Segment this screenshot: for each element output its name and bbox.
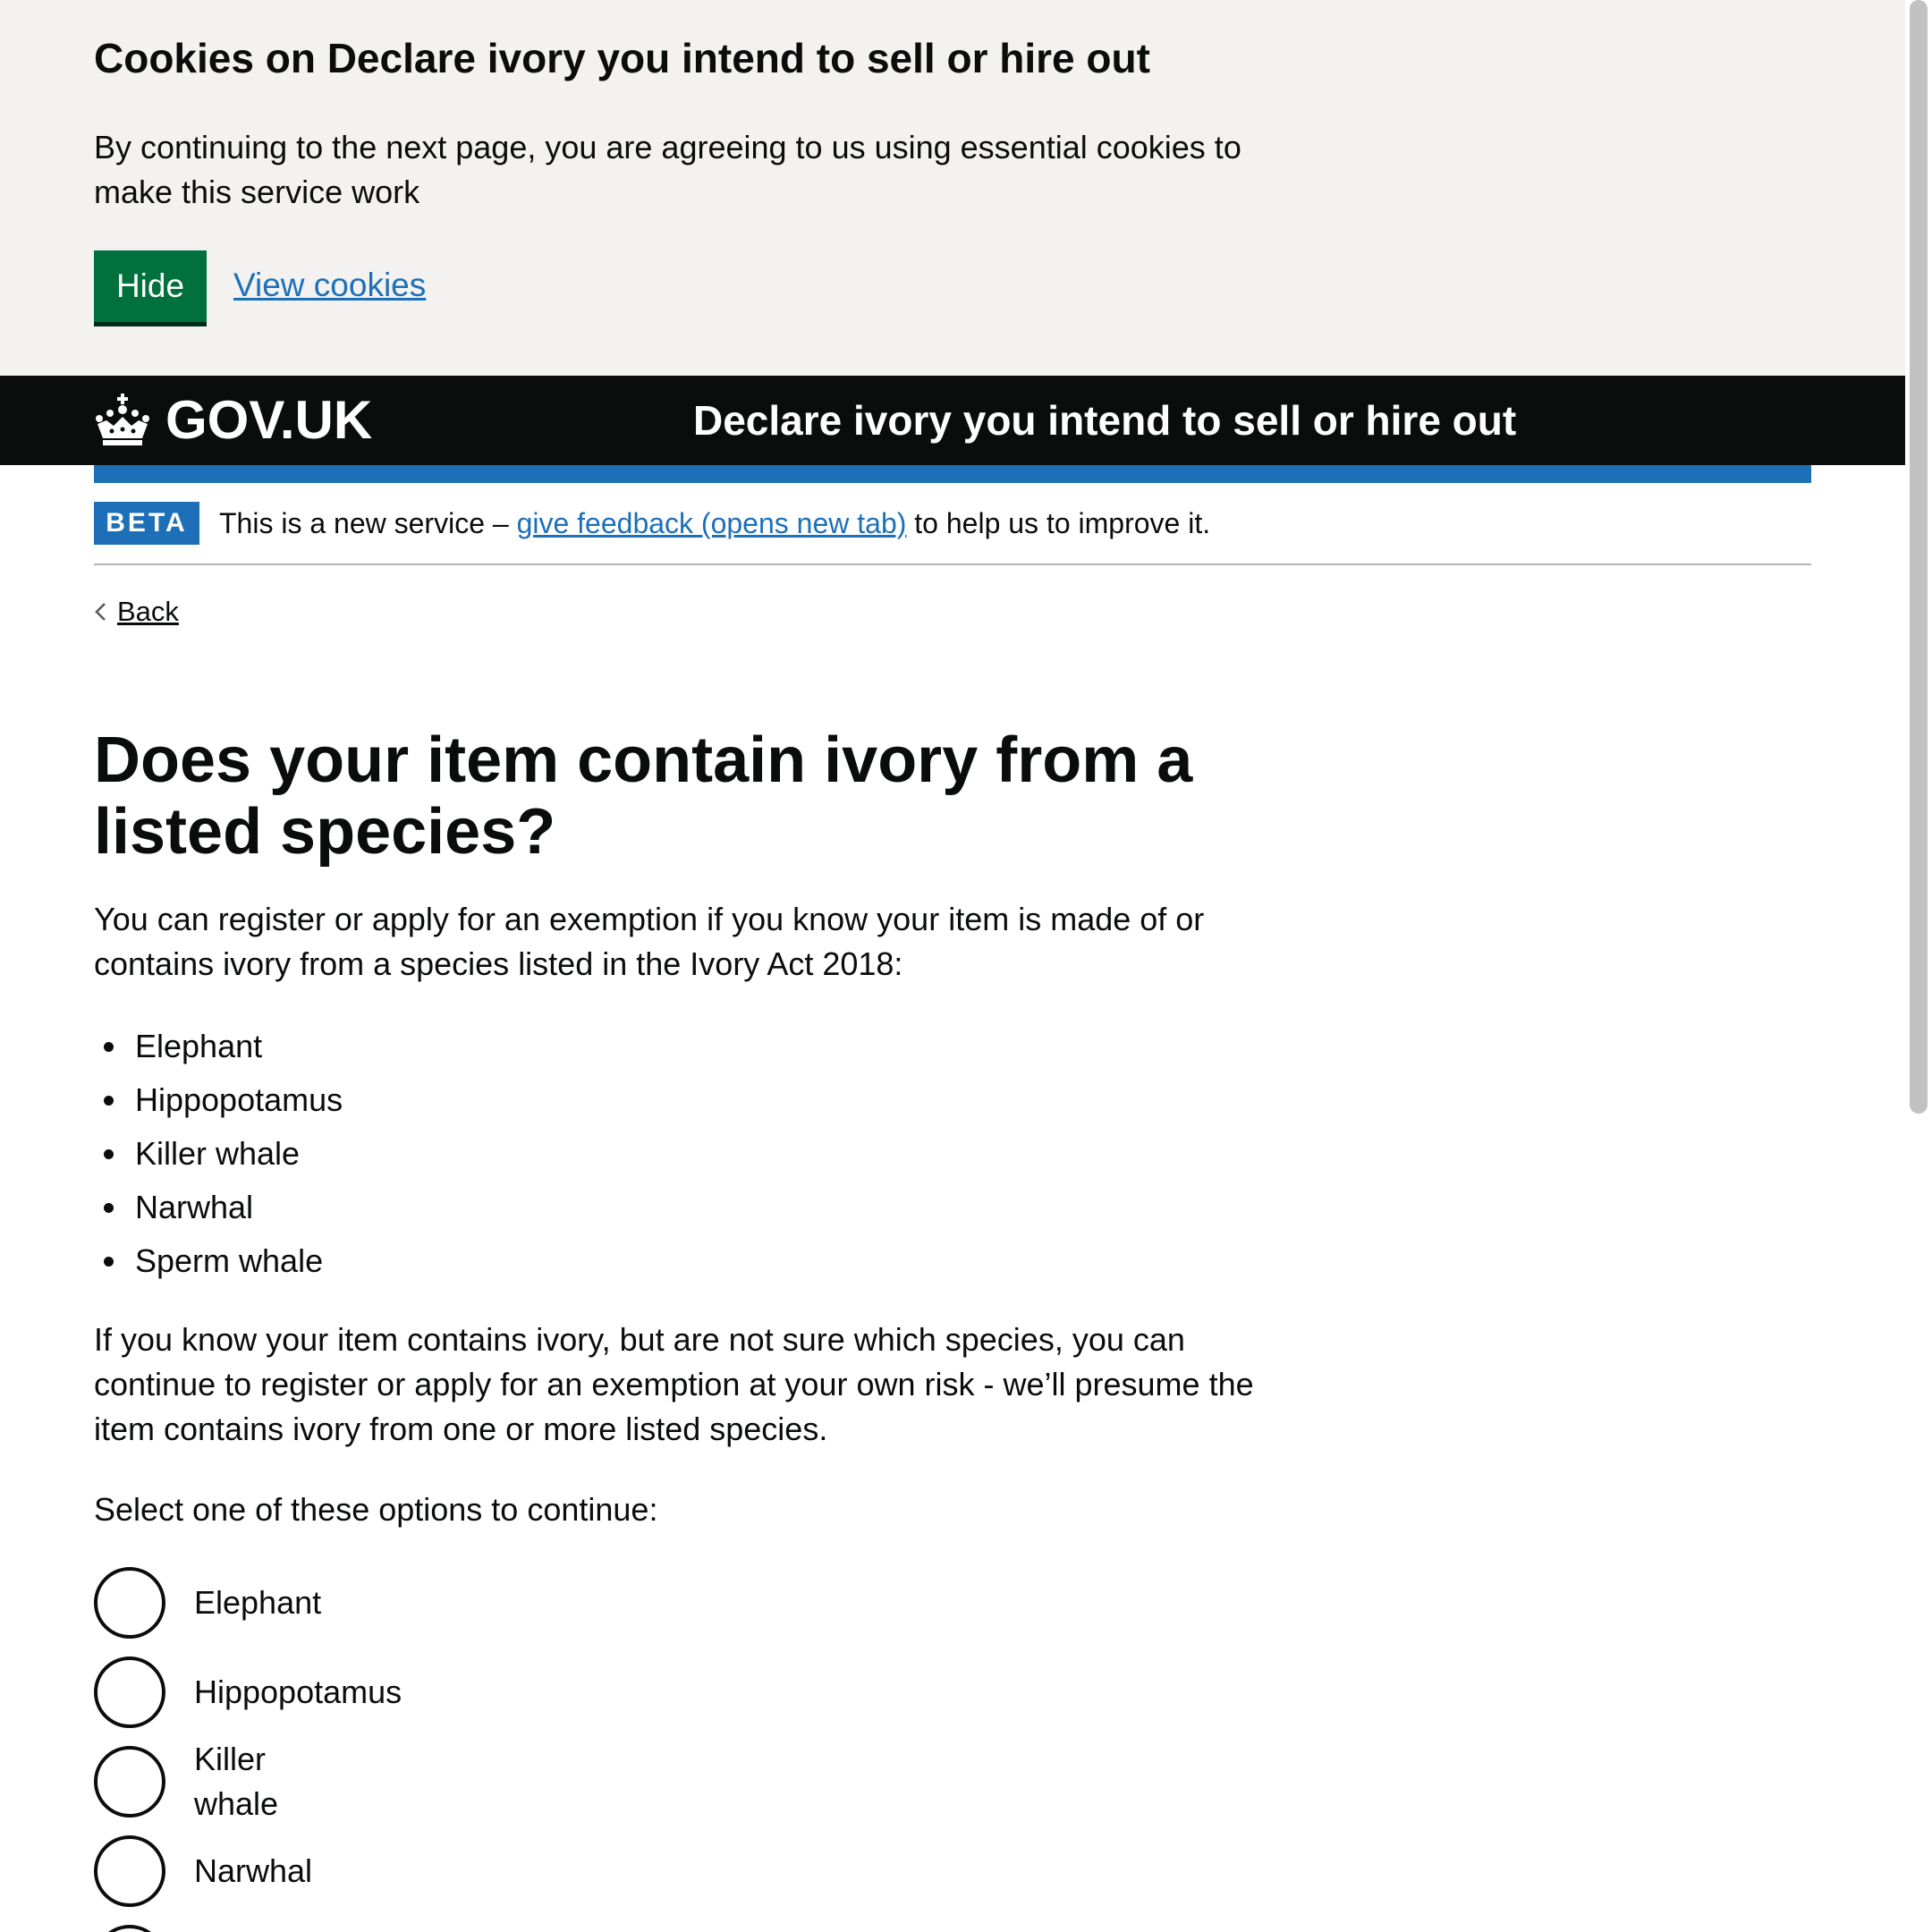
radio-label: Narwhal bbox=[194, 1852, 313, 1889]
radio-option-hippopotamus[interactable]: Hippopotamus bbox=[94, 1657, 402, 1728]
cookie-banner: Cookies on Declare ivory you intend to s… bbox=[0, 0, 1905, 376]
page-title: Does your item contain ivory from a list… bbox=[94, 724, 1193, 868]
site-header: GOV.UK Declare ivory you intend to sell … bbox=[0, 376, 1905, 465]
radio-button[interactable] bbox=[94, 1657, 165, 1728]
radio-option-elephant[interactable]: Elephant bbox=[94, 1567, 321, 1639]
page: Cookies on Declare ivory you intend to s… bbox=[0, 0, 1905, 1932]
list-item: Narwhal bbox=[130, 1181, 343, 1234]
phase-text-after: to help us to improve it. bbox=[906, 507, 1211, 539]
radio-label: Hippopotamus bbox=[194, 1674, 402, 1710]
govuk-logo-text: GOV.UK bbox=[165, 390, 373, 450]
cookie-banner-text: By continuing to the next page, you are … bbox=[94, 129, 1241, 210]
vertical-scrollbar[interactable] bbox=[1905, 0, 1932, 1932]
phase-banner: BETA This is a new service – give feedba… bbox=[94, 483, 1811, 565]
radio-label: Killer whale bbox=[194, 1741, 279, 1822]
phase-text-before: This is a new service – bbox=[219, 507, 517, 539]
chevron-left-icon bbox=[95, 603, 106, 621]
list-item: Elephant bbox=[130, 1020, 343, 1073]
list-item: Hippopotamus bbox=[130, 1073, 343, 1127]
intro-paragraph: You can register or apply for an exempti… bbox=[94, 901, 1205, 982]
risk-note: If you know your item contains ivory, bu… bbox=[94, 1321, 1254, 1447]
govuk-logo-link[interactable]: GOV.UK bbox=[94, 388, 372, 453]
header-blue-bar bbox=[94, 465, 1811, 483]
back-link[interactable]: Back bbox=[94, 590, 179, 633]
radio-label: Elephant bbox=[194, 1584, 322, 1621]
radio-button[interactable] bbox=[94, 1567, 165, 1639]
cookie-banner-title: Cookies on Declare ivory you intend to s… bbox=[94, 35, 1150, 81]
give-feedback-link[interactable]: give feedback (opens new tab) bbox=[517, 507, 907, 539]
list-item: Sperm whale bbox=[130, 1234, 343, 1288]
radio-option-killer-whale[interactable]: Killer whale bbox=[94, 1741, 278, 1822]
radio-button[interactable] bbox=[94, 1746, 165, 1818]
crown-icon bbox=[96, 394, 149, 445]
list-item: Killer whale bbox=[130, 1127, 343, 1181]
radio-option-narwhal[interactable]: Narwhal bbox=[94, 1835, 312, 1907]
scrollbar-thumb[interactable] bbox=[1910, 0, 1928, 1114]
beta-tag: BETA bbox=[94, 502, 199, 545]
back-link-label: Back bbox=[117, 596, 179, 627]
radio-button[interactable] bbox=[94, 1925, 165, 1932]
species-list: Elephant Hippopotamus Killer whale Narwh… bbox=[94, 1020, 343, 1288]
phase-banner-text: This is a new service – give feedback (o… bbox=[219, 503, 1210, 544]
service-name-link[interactable]: Declare ivory you intend to sell or hire… bbox=[693, 395, 1516, 445]
hide-cookies-button[interactable]: Hide bbox=[94, 250, 207, 322]
radio-option-partial[interactable] bbox=[94, 1925, 194, 1932]
radio-button[interactable] bbox=[94, 1835, 165, 1907]
view-cookies-link[interactable]: View cookies bbox=[233, 263, 426, 308]
select-hint: Select one of these options to continue: bbox=[94, 1491, 658, 1528]
